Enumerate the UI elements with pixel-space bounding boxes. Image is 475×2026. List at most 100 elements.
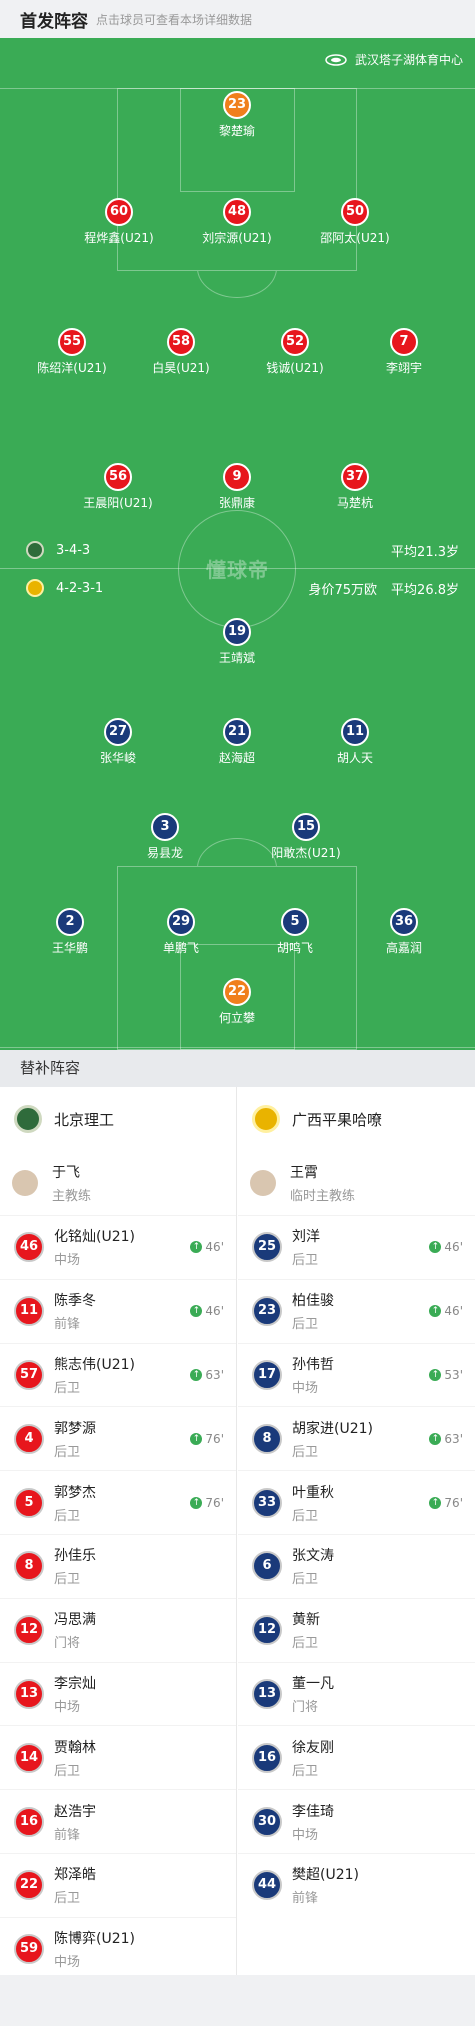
bench: 北京理工 于飞 主教练 46 化铭灿(U21) 中场 ↑ 46' 11 陈季冬 前锋 ↑ 46' 5… [0,1087,475,1975]
player-home[interactable]: 23 黎楚瑜 [162,91,312,139]
sub-in: ↑ 76' [429,1496,463,1510]
player-name: 黎楚瑜 [218,124,255,138]
sub-in-arrow-icon: ↑ [190,1305,203,1318]
shirt-number: 13 [14,1678,44,1709]
away-team-name: 广西平果哈嘹 [292,1110,383,1129]
player-away[interactable]: 11 胡人天 [280,718,430,766]
bench-player-row[interactable]: 30 李佳琦 中场 [238,1789,475,1853]
bench-player-name: 陈博弈(U21) [54,1931,135,1948]
shirt-number: 12 [14,1615,44,1646]
player-name: 何立攀 [218,1011,255,1025]
bench-player-row[interactable]: 13 董一凡 门将 [238,1661,475,1726]
bench-player-row[interactable]: 12 黄新 后卫 [238,1597,475,1662]
bench-player-row[interactable]: 5 郭梦杰 后卫 ↑ 76' [0,1470,236,1534]
sub-in: ↑ 76' [190,1432,224,1446]
bench-player-row[interactable]: 16 徐友刚 后卫 [238,1725,475,1789]
shirt-number: 33 [252,1487,282,1518]
bench-player-position: 中场 [54,1253,81,1269]
bench-player-row[interactable]: 57 熊志伟(U21) 后卫 ↑ 63' [0,1342,236,1407]
shirt-number: 25 [252,1232,282,1263]
bench-away: 广西平果哈嘹 王霄 临时主教练 25 刘洋 后卫 ↑ 46' 23 柏佳骏 后卫 ↑ 46' 17 孙… [238,1087,475,1975]
coach-avatar [12,1170,38,1196]
home-team-logo-icon [14,1105,42,1133]
shirt-number: 23 [252,1296,282,1327]
shirt-number: 17 [252,1359,282,1390]
player-away[interactable]: 36 高嘉润 [329,908,475,956]
bench-player-position: 中场 [54,1699,81,1715]
bench-away-team[interactable]: 广西平果哈嘹 [238,1087,475,1151]
bench-player-position: 前锋 [54,1317,81,1333]
bench-player-row[interactable]: 46 化铭灿(U21) 中场 ↑ 46' [0,1215,236,1279]
bench-player-name: 孙佳乐 [54,1548,96,1565]
sub-in-arrow-icon: ↑ [429,1496,442,1509]
shirt-number: 56 [104,463,132,491]
coach-name: 于飞 [52,1165,80,1181]
bench-player-name: 孙伟哲 [292,1356,334,1373]
bench-player-row[interactable]: 11 陈季冬 前锋 ↑ 46' [0,1278,236,1343]
bench-player-name: 贾翰林 [54,1739,96,1756]
bench-player-row[interactable]: 17 孙伟哲 中场 ↑ 53' [238,1342,475,1407]
bench-home: 北京理工 于飞 主教练 46 化铭灿(U21) 中场 ↑ 46' 11 陈季冬 前锋 ↑ 46' 5… [0,1087,237,1975]
venue: 武汉塔子湖体育中心 [325,51,463,68]
bench-player-position: 门将 [292,1699,319,1715]
bench-player-row[interactable]: 12 冯思满 门将 [0,1597,236,1662]
shirt-number: 57 [14,1359,44,1390]
bench-player-row[interactable]: 6 张文涛 后卫 [238,1533,475,1598]
sub-in-arrow-icon: ↑ [429,1305,442,1318]
away-coach[interactable]: 王霄 临时主教练 [238,1151,475,1215]
bench-player-row[interactable]: 59 陈博弈(U21) 中场 [0,1916,236,1981]
away-market-value: 身价75万欧 [308,583,377,598]
home-coach[interactable]: 于飞 主教练 [0,1151,236,1215]
bench-home-team[interactable]: 北京理工 [0,1087,236,1151]
bench-player-name: 郭梦源 [54,1420,96,1437]
bench-player-position: 后卫 [54,1891,81,1907]
shirt-number: 4 [14,1423,44,1454]
bench-player-row[interactable]: 13 李宗灿中场 [0,1661,236,1726]
bench-player-row[interactable]: 33 叶重秋 后卫 ↑ 76' [238,1470,475,1534]
pitch: 武汉塔子湖体育中心 懂球帝 3-4-3 平均21.3岁 4-2-3-1 身价75… [0,38,475,1050]
lineup-header: 首发阵容 点击球员可查看本场详细数据 [0,0,475,38]
bench-player-row[interactable]: 8 孙佳乐后卫 [0,1533,236,1598]
sub-in: ↑ 46' [190,1304,224,1318]
bench-player-position: 前锋 [292,1891,319,1907]
bench-player-name: 胡家进(U21) [292,1420,373,1437]
coach-role: 主教练 [52,1189,92,1204]
player-home[interactable]: 50 邵阿太(U21) [280,198,430,246]
bench-player-row[interactable]: 22 郑泽皓 后卫 [0,1852,236,1917]
sub-in-minute: 76' [205,1495,224,1510]
player-name: 高嘉润 [385,941,422,955]
bench-player-row[interactable]: 44 樊超(U21) 前锋 [238,1852,475,1917]
player-home[interactable]: 7 李翊宇 [329,328,475,376]
player-away[interactable]: 22 何立攀 [162,978,312,1026]
away-formation: 4-2-3-1 [26,579,103,597]
shirt-number: 44 [252,1870,282,1901]
bench-player-position: 后卫 [292,1636,319,1652]
shirt-number: 52 [281,328,309,356]
player-away[interactable]: 3 易县龙 [90,813,240,861]
bench-player-row[interactable]: 16 赵浩宇 前锋 [0,1789,236,1853]
bench-player-position: 门将 [54,1636,81,1652]
bench-player-row[interactable]: 4 郭梦源 后卫 ↑ 76' [0,1406,236,1470]
bench-player-position: 后卫 [54,1572,81,1588]
player-home[interactable]: 37 马楚杭 [280,463,430,511]
bench-player-name: 黄新 [292,1612,320,1629]
player-away[interactable]: 15 阳敢杰(U21) [231,813,381,861]
home-team-badge-icon [26,541,44,559]
shirt-number: 19 [223,618,251,646]
coach-name: 王霄 [290,1165,318,1181]
shirt-number: 46 [14,1232,44,1263]
player-away[interactable]: 19 王靖斌 [162,618,312,666]
shirt-number: 8 [14,1551,44,1582]
shirt-number: 16 [252,1742,282,1773]
bench-player-name: 李宗灿 [54,1675,96,1692]
page-subtitle: 点击球员可查看本场详细数据 [96,12,253,27]
shirt-number: 6 [252,1551,282,1582]
sub-in: ↑ 53' [429,1368,463,1382]
bench-player-row[interactable]: 14 贾翰林 后卫 [0,1725,236,1789]
player-name: 马楚杭 [336,496,373,510]
bench-player-row[interactable]: 25 刘洋 后卫 ↑ 46' [238,1215,475,1279]
coach-role: 临时主教练 [290,1189,356,1204]
bench-player-row[interactable]: 23 柏佳骏 后卫 ↑ 46' [238,1278,475,1343]
shirt-number: 8 [252,1423,282,1454]
bench-player-row[interactable]: 8 胡家进(U21) 后卫 ↑ 63' [238,1406,475,1470]
